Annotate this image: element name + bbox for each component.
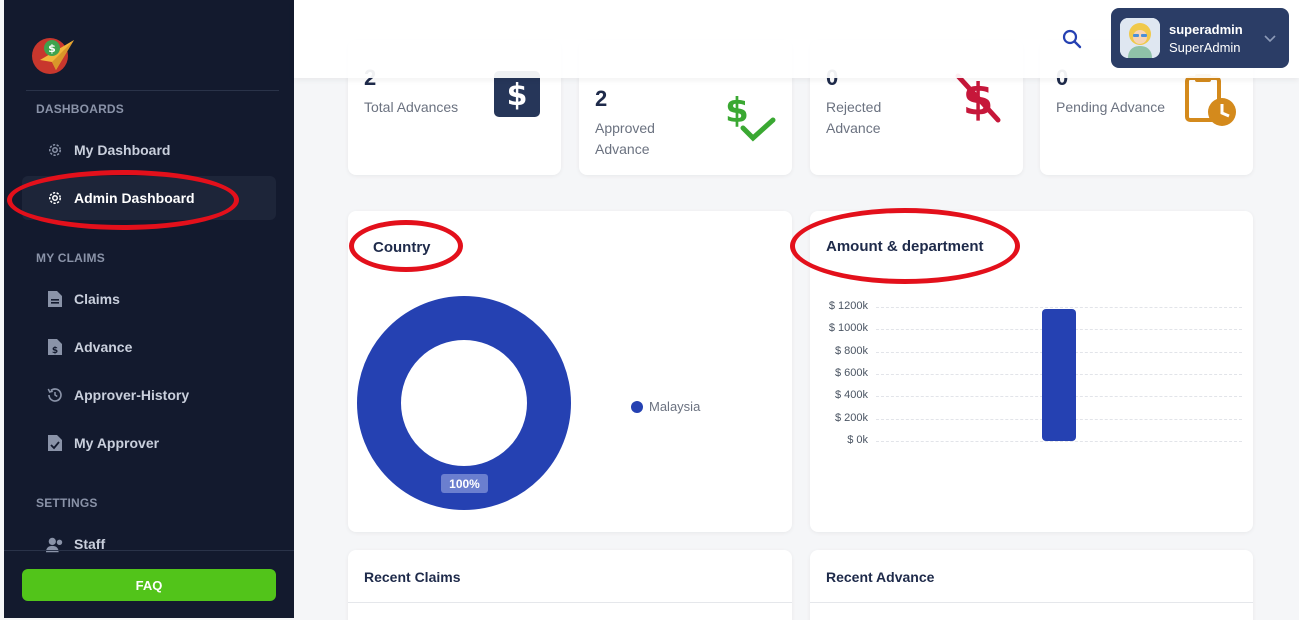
document-icon bbox=[46, 290, 64, 308]
app-logo[interactable]: $ bbox=[30, 34, 76, 76]
bar-department[interactable] bbox=[1042, 309, 1076, 441]
sidebar-item-admin-dashboard[interactable]: Admin Dashboard bbox=[22, 176, 276, 220]
section-title-my-claims: MY CLAIMS bbox=[36, 251, 105, 265]
department-panel: Amount & department $ 1200k $ 1000k $ 800k… bbox=[810, 211, 1253, 532]
donut-slice-malaysia bbox=[357, 296, 571, 510]
top-header: superadmin SuperAdmin bbox=[294, 0, 1299, 78]
sidebar-item-staff[interactable]: Staff bbox=[22, 522, 276, 562]
sidebar-item-my-dashboard[interactable]: My Dashboard bbox=[22, 128, 276, 172]
sidebar-item-label: My Approver bbox=[74, 435, 160, 451]
legend-item-malaysia[interactable]: Malaysia bbox=[631, 399, 700, 414]
grid-line bbox=[876, 307, 1242, 308]
stat-label: Rejected Advance bbox=[826, 99, 882, 136]
panel-divider bbox=[810, 602, 1253, 603]
dollar-slash-icon: $ bbox=[950, 70, 1006, 131]
section-title-settings: SETTINGS bbox=[36, 496, 98, 510]
sidebar-item-my-approver[interactable]: My Approver bbox=[22, 421, 276, 465]
panel-title: Recent Claims bbox=[364, 569, 461, 585]
svg-text:$: $ bbox=[48, 42, 56, 55]
user-role: SuperAdmin bbox=[1169, 39, 1241, 55]
stat-label: Total Advances bbox=[364, 99, 459, 115]
gear-icon bbox=[46, 189, 64, 207]
search-icon[interactable] bbox=[1060, 27, 1084, 51]
sidebar: $ DASHBOARDS My Dashboard Admin Dashboar… bbox=[4, 0, 294, 618]
sidebar-item-label: Advance bbox=[74, 339, 133, 355]
clipboard-clock-icon bbox=[1184, 72, 1240, 133]
stat-label: Approved Advance bbox=[595, 120, 655, 157]
y-tick-label: $ 1000k bbox=[828, 322, 868, 335]
legend-dot bbox=[631, 400, 643, 413]
department-bar-chart: $ 1200k $ 1000k $ 800k $ 600k $ 400k $ 200k $ … bbox=[810, 211, 1253, 532]
panel-title: Recent Advance bbox=[826, 569, 935, 585]
chevron-down-icon[interactable] bbox=[1263, 31, 1277, 45]
panel-divider bbox=[348, 602, 792, 603]
y-tick-label: $ 600k bbox=[834, 367, 868, 379]
users-icon bbox=[46, 536, 64, 554]
history-icon bbox=[46, 386, 64, 404]
percent-label: 100% bbox=[449, 477, 480, 491]
gear-icon bbox=[46, 141, 64, 159]
y-tick-label: $ 200k bbox=[834, 411, 868, 424]
sidebar-item-label: Claims bbox=[74, 291, 120, 307]
legend-label: Malaysia bbox=[649, 399, 701, 414]
checked-file-icon bbox=[46, 434, 64, 452]
stat-value: 2 bbox=[595, 86, 608, 111]
recent-advance-panel: Recent Advance bbox=[810, 550, 1253, 620]
stat-label: Pending Advance bbox=[1056, 99, 1165, 115]
country-panel: Country 100% Malaysia bbox=[348, 211, 792, 532]
sidebar-item-label: Admin Dashboard bbox=[74, 190, 195, 206]
sidebar-item-advance[interactable]: $ Advance bbox=[22, 325, 276, 369]
user-menu[interactable]: superadmin SuperAdmin bbox=[1111, 8, 1289, 68]
section-title-dashboards: DASHBOARDS bbox=[36, 102, 125, 116]
ghost-text bbox=[365, 8, 369, 23]
sidebar-item-label: Approver-History bbox=[74, 387, 190, 403]
avatar bbox=[1120, 18, 1160, 58]
y-tick-label: $ 800k bbox=[834, 344, 868, 357]
y-tick-label: $ 400k bbox=[834, 389, 868, 402]
grid-line bbox=[876, 441, 1242, 442]
faq-button[interactable]: FAQ bbox=[22, 569, 276, 601]
svg-text:$: $ bbox=[507, 78, 528, 113]
svg-text:$: $ bbox=[52, 346, 58, 356]
y-tick-label: $ 1200k bbox=[828, 300, 868, 312]
y-tick-label: $ 0k bbox=[847, 434, 868, 446]
sidebar-item-claims[interactable]: Claims bbox=[22, 277, 276, 321]
sidebar-bottom-divider bbox=[4, 550, 294, 551]
svg-text:$: $ bbox=[725, 91, 749, 131]
recent-claims-panel: Recent Claims bbox=[348, 550, 792, 620]
sidebar-item-approver-history[interactable]: Approver-History bbox=[22, 373, 276, 417]
sidebar-divider bbox=[26, 90, 279, 91]
dollar-file-icon: $ bbox=[46, 338, 64, 356]
sidebar-item-label: My Dashboard bbox=[74, 142, 171, 158]
user-name: superadmin bbox=[1169, 21, 1243, 37]
country-donut-chart: 100% bbox=[357, 296, 571, 510]
dollar-check-icon: $ bbox=[723, 90, 779, 151]
